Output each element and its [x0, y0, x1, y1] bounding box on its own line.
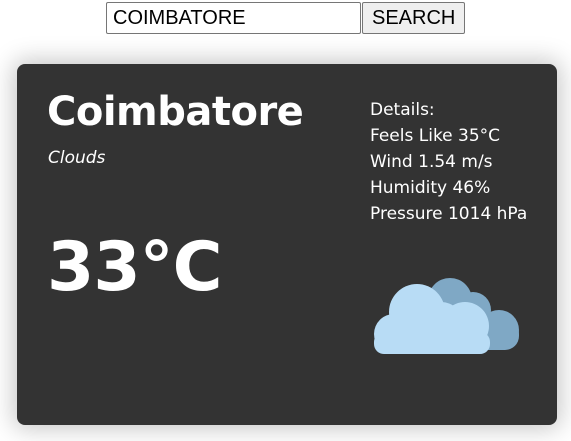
details-heading: Details: [370, 100, 435, 120]
pressure: Pressure 1014 hPa [370, 204, 528, 224]
clouds-icon [374, 278, 519, 354]
search-button[interactable]: SEARCH [362, 2, 466, 34]
weather-card: Coimbatore Clouds 33°C Details: Feels Li… [17, 64, 557, 425]
humidity: Humidity 46% [370, 178, 491, 198]
search-input[interactable] [106, 2, 361, 34]
search-bar: SEARCH [106, 2, 466, 34]
weather-condition: Clouds [48, 148, 106, 168]
wind: Wind 1.54 m/s [370, 152, 493, 172]
city-name: Coimbatore [47, 89, 304, 135]
details-panel: Details: Feels Like 35°C Wind 1.54 m/s H… [370, 97, 527, 227]
temperature: 33°C [47, 228, 223, 307]
feels-like: Feels Like 35°C [370, 126, 501, 146]
